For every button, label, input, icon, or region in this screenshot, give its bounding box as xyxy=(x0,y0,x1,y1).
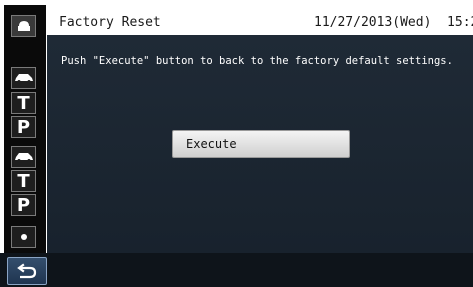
car-icon[interactable] xyxy=(11,67,36,89)
page-title: Factory Reset xyxy=(59,15,161,30)
t-label-2: T xyxy=(17,170,30,192)
back-arrow-icon xyxy=(17,263,37,279)
execute-button[interactable]: Execute xyxy=(172,130,350,158)
left-sidebar: T P T P xyxy=(4,5,46,253)
p-button[interactable]: P xyxy=(11,116,36,138)
car-icon[interactable] xyxy=(11,146,36,168)
instruction-text: Push "Execute" button to back to the fac… xyxy=(61,55,453,67)
bottom-bar xyxy=(0,253,473,287)
title-bar: Factory Reset 11/27/2013(Wed) 15:25 xyxy=(47,11,473,35)
t-label: T xyxy=(17,92,30,114)
main-panel: Push "Execute" button to back to the fac… xyxy=(47,35,473,253)
back-button[interactable] xyxy=(7,257,47,285)
execute-label: Execute xyxy=(186,137,237,151)
p-button-2[interactable]: P xyxy=(11,194,36,216)
t-button[interactable]: T xyxy=(11,92,36,114)
dot-shape xyxy=(20,234,27,240)
p-label-2: P xyxy=(16,194,31,216)
t-button-2[interactable]: T xyxy=(11,170,36,192)
factory-reset-screen: T P T P Factory Reset 11/27/2013(Wed) 15… xyxy=(0,0,473,287)
datetime-display: 11/27/2013(Wed) 15:25 xyxy=(314,15,473,30)
lock-icon[interactable] xyxy=(11,15,36,37)
dot-icon[interactable] xyxy=(11,226,36,248)
p-label: P xyxy=(16,116,31,138)
